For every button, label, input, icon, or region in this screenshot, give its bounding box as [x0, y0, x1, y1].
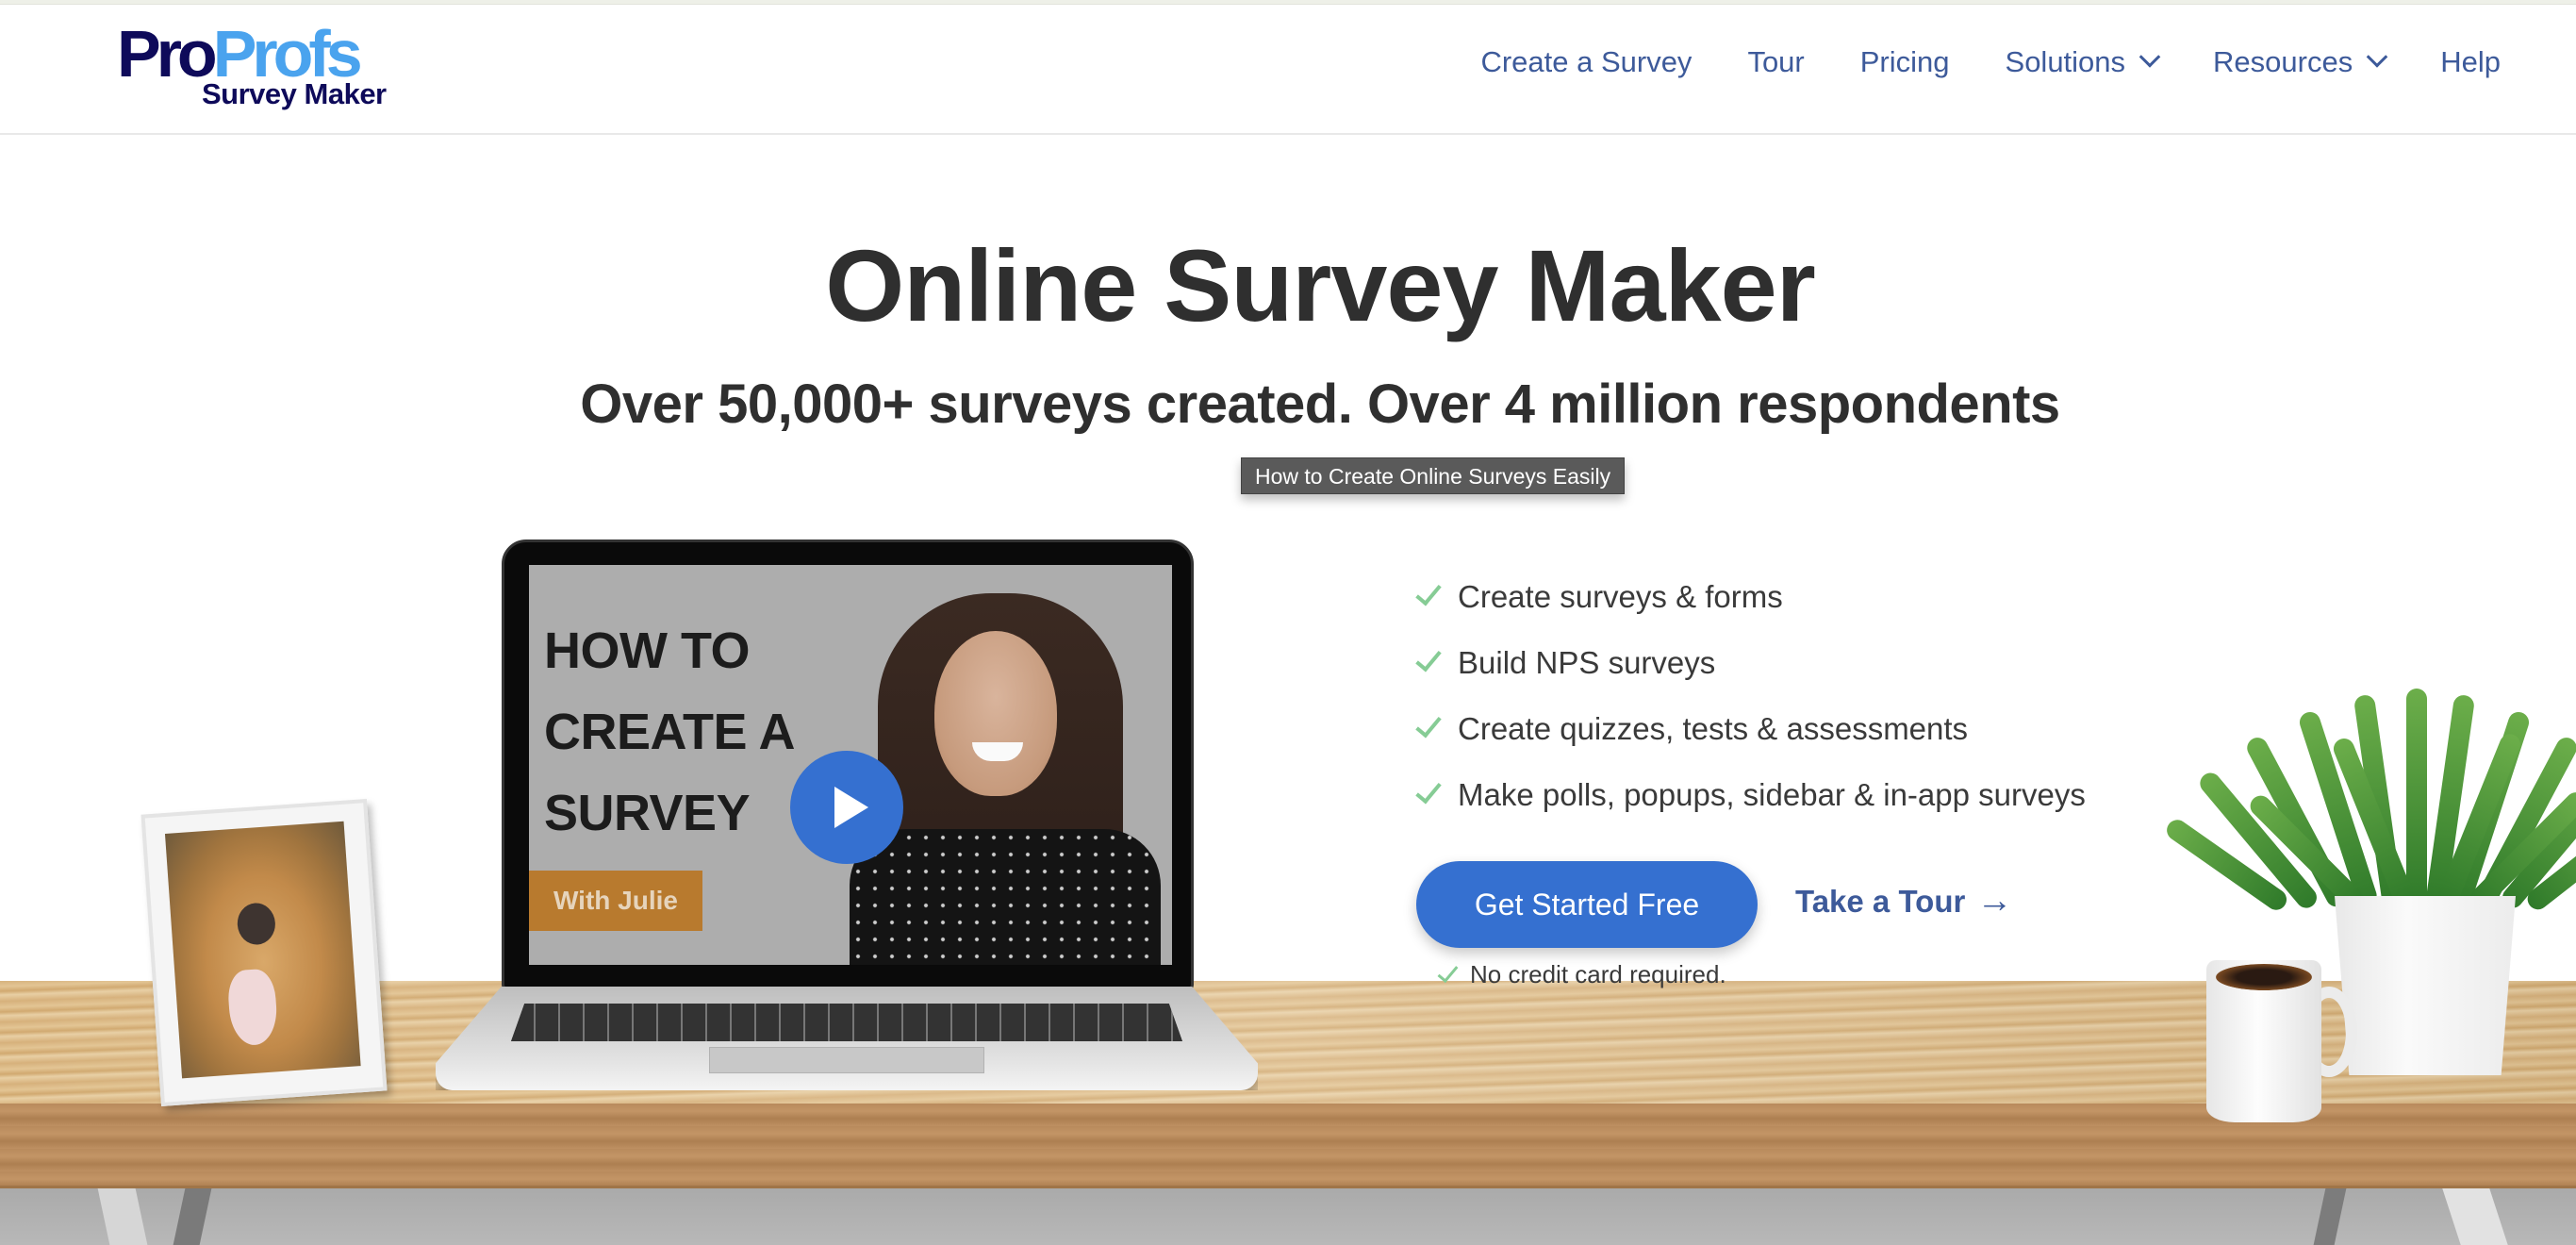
get-started-free-button[interactable]: Get Started Free	[1416, 861, 1758, 948]
nav-solutions[interactable]: Solutions	[2006, 45, 2161, 79]
play-icon[interactable]	[790, 751, 903, 864]
under-desk-background	[0, 1184, 2576, 1245]
proprofs-logo[interactable]: ProProfs Survey Maker	[117, 16, 390, 120]
check-icon	[1437, 960, 1459, 984]
presenter-face	[934, 631, 1057, 796]
check-icon	[1415, 644, 1442, 672]
check-icon	[1415, 578, 1442, 606]
page-title: Online Survey Maker	[825, 228, 1815, 342]
nav-help[interactable]: Help	[2440, 45, 2501, 79]
plant-leaf	[2406, 689, 2427, 905]
nav-tour[interactable]: Tour	[1747, 45, 1804, 79]
plant-pot	[2335, 896, 2516, 1075]
nav-pricing[interactable]: Pricing	[1860, 45, 1950, 79]
site-header: ProProfs Survey Maker Create a Survey To…	[0, 5, 2576, 135]
take-a-tour-link[interactable]: Take a Tour →	[1795, 881, 2012, 921]
list-item: Create surveys & forms	[1414, 564, 2086, 630]
desk-edge	[0, 1104, 2576, 1188]
video-tooltip: How to Create Online Surveys Easily	[1241, 457, 1626, 494]
check-icon	[1415, 710, 1442, 739]
list-item: Make polls, popups, sidebar & in-app sur…	[1414, 762, 2086, 828]
dog-photo	[164, 821, 361, 1079]
check-icon	[1415, 776, 1442, 805]
dog-nose	[236, 902, 277, 946]
presenter-badge: With Julie	[529, 871, 702, 931]
plant	[2162, 670, 2576, 915]
laptop-trackpad	[709, 1047, 984, 1073]
presenter-blouse	[850, 829, 1161, 965]
list-item: Create quizzes, tests & assessments	[1414, 696, 2086, 762]
presenter-smile	[972, 742, 1023, 761]
laptop-keyboard	[511, 1004, 1182, 1041]
chevron-down-icon	[2366, 46, 2388, 68]
chevron-down-icon	[2138, 46, 2161, 68]
video-title: HOW TO CREATE A SURVEY	[544, 622, 796, 841]
nav-resources[interactable]: Resources	[2213, 45, 2388, 79]
arrow-right-icon: →	[1976, 881, 2013, 921]
nav-create-survey[interactable]: Create a Survey	[1480, 45, 1692, 79]
coffee-mug	[2206, 960, 2321, 1122]
coffee	[2216, 964, 2312, 990]
laptop-base	[436, 987, 1258, 1090]
dog-tongue	[226, 968, 279, 1047]
list-item: Build NPS surveys	[1414, 630, 2086, 696]
no-credit-card-note: No credit card required.	[1437, 960, 1726, 989]
dog-photo-frame	[140, 799, 388, 1106]
logo-subtitle: Survey Maker	[202, 77, 387, 110]
hero-subtitle: Over 50,000+ surveys created. Over 4 mil…	[580, 374, 2060, 435]
feature-list: Create surveys & forms Build NPS surveys…	[1414, 564, 2086, 828]
main-nav: Create a Survey Tour Pricing Solutions R…	[1425, 39, 2501, 86]
